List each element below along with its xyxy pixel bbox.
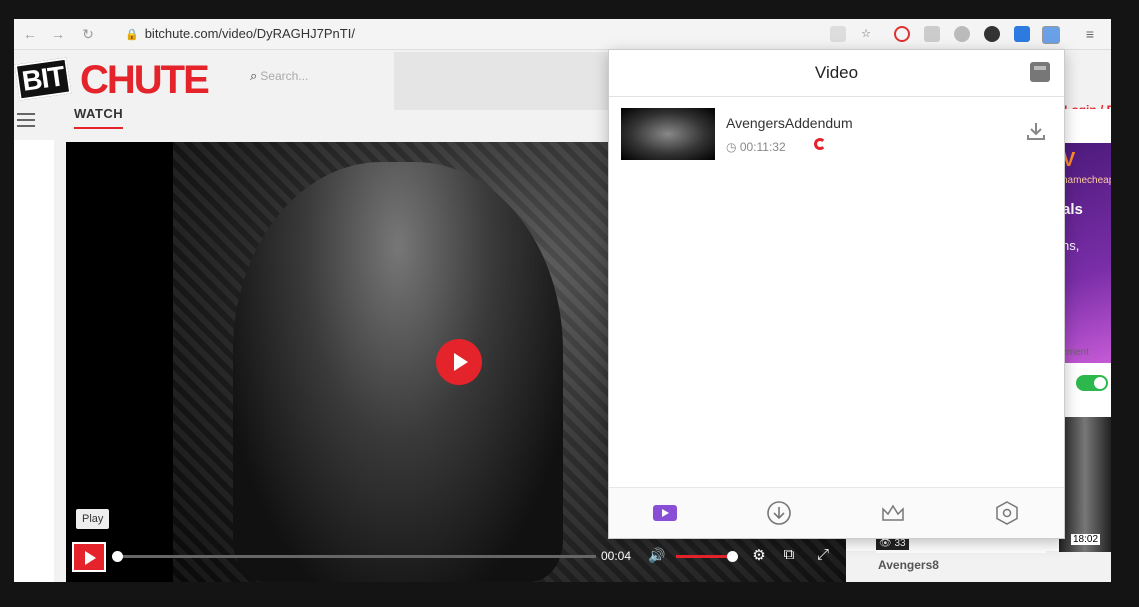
seek-bar[interactable] — [116, 555, 596, 558]
volume-icon[interactable]: 🔊 — [648, 547, 665, 564]
extension-dark-icon[interactable] — [984, 26, 1000, 42]
video-duration: ◷ 00:11:32 — [726, 140, 786, 154]
video-tab-icon[interactable] — [652, 500, 678, 526]
seek-handle[interactable] — [112, 551, 123, 562]
settings-icon[interactable]: ⚙ — [750, 546, 768, 564]
video-downloader-popup: Video AvengersAddendum ◷ 00:11:32 — [608, 49, 1065, 539]
extension-icon[interactable] — [924, 26, 940, 42]
volume-slider[interactable] — [676, 555, 731, 558]
video-name: AvengersAddendum — [726, 115, 853, 131]
premium-crown-icon[interactable] — [880, 500, 906, 526]
header-watermark — [394, 52, 614, 110]
popup-header: Video — [609, 50, 1064, 97]
video-downloader-extension-icon[interactable] — [1042, 26, 1060, 44]
duration-badge: 18:02 — [1071, 534, 1101, 545]
search-icon: ⌕ — [250, 68, 258, 83]
forward-icon[interactable]: → — [50, 26, 66, 42]
download-icon[interactable] — [1025, 120, 1047, 142]
translate-icon[interactable] — [830, 26, 846, 42]
settings-hex-icon[interactable] — [994, 500, 1020, 526]
related-video-title[interactable]: Avengers8 — [878, 558, 939, 572]
hamburger-menu-icon[interactable] — [17, 113, 35, 127]
fullscreen-icon[interactable]: ⤢ — [814, 546, 832, 563]
lock-icon: 🔒 — [125, 29, 139, 41]
views-count: 33 — [894, 538, 906, 549]
browser-window: ← → ↻ 🔒 bitchute.com/video/DyRAGHJ7PnTI/ … — [14, 19, 1111, 582]
browser-toolbar: ← → ↻ 🔒 bitchute.com/video/DyRAGHJ7PnTI/ … — [14, 19, 1111, 50]
logo-chute[interactable]: CHUTE — [80, 58, 210, 103]
ad-heading: als — [1062, 201, 1083, 218]
search-placeholder: Search... — [260, 69, 309, 83]
popup-footer — [609, 487, 1064, 538]
url-text: bitchute.com/video/DyRAGHJ7PnTI/ — [144, 26, 355, 41]
video-thumbnail — [621, 108, 715, 160]
tab-watch[interactable]: WATCH — [74, 106, 124, 129]
related-thumbnail-2[interactable]: 18:02 — [1059, 417, 1111, 552]
browser-menu-icon[interactable]: ≡ — [1082, 26, 1098, 42]
folder-icon[interactable] — [1030, 62, 1050, 82]
loading-spinner-icon — [814, 138, 826, 150]
current-time: 00:04 — [601, 549, 632, 563]
duration-text: 00:11:32 — [739, 140, 786, 154]
logo-bit[interactable]: BIT — [14, 57, 72, 101]
popup-title: Video — [814, 63, 859, 82]
extension-blue-icon[interactable] — [1014, 26, 1030, 42]
left-gutter — [14, 140, 54, 582]
related-thumbnail-1[interactable]: 👁 33 — [876, 537, 1046, 553]
video-list-item[interactable]: AvengersAddendum ◷ 00:11:32 — [621, 108, 1051, 164]
play-button[interactable] — [72, 542, 106, 572]
reload-icon[interactable]: ↻ — [80, 26, 96, 42]
popout-icon[interactable]: ⧉ — [780, 546, 798, 563]
play-tooltip: Play — [76, 509, 110, 529]
frame-figure — [233, 162, 563, 582]
star-icon[interactable]: ☆ — [858, 26, 874, 42]
back-icon[interactable]: ← — [22, 26, 38, 42]
ad-brand-name: namecheap — [1062, 175, 1111, 186]
extension-gear-icon[interactable] — [954, 26, 970, 42]
adblock-icon[interactable] — [894, 26, 910, 42]
autoplay-toggle[interactable] — [1076, 375, 1108, 391]
search-input[interactable]: ⌕ Search... — [250, 68, 308, 84]
address-bar[interactable]: 🔒 bitchute.com/video/DyRAGHJ7PnTI/ — [125, 26, 355, 41]
downloads-tab-icon[interactable] — [766, 500, 792, 526]
volume-handle[interactable] — [727, 551, 738, 562]
big-play-button[interactable] — [436, 339, 482, 385]
